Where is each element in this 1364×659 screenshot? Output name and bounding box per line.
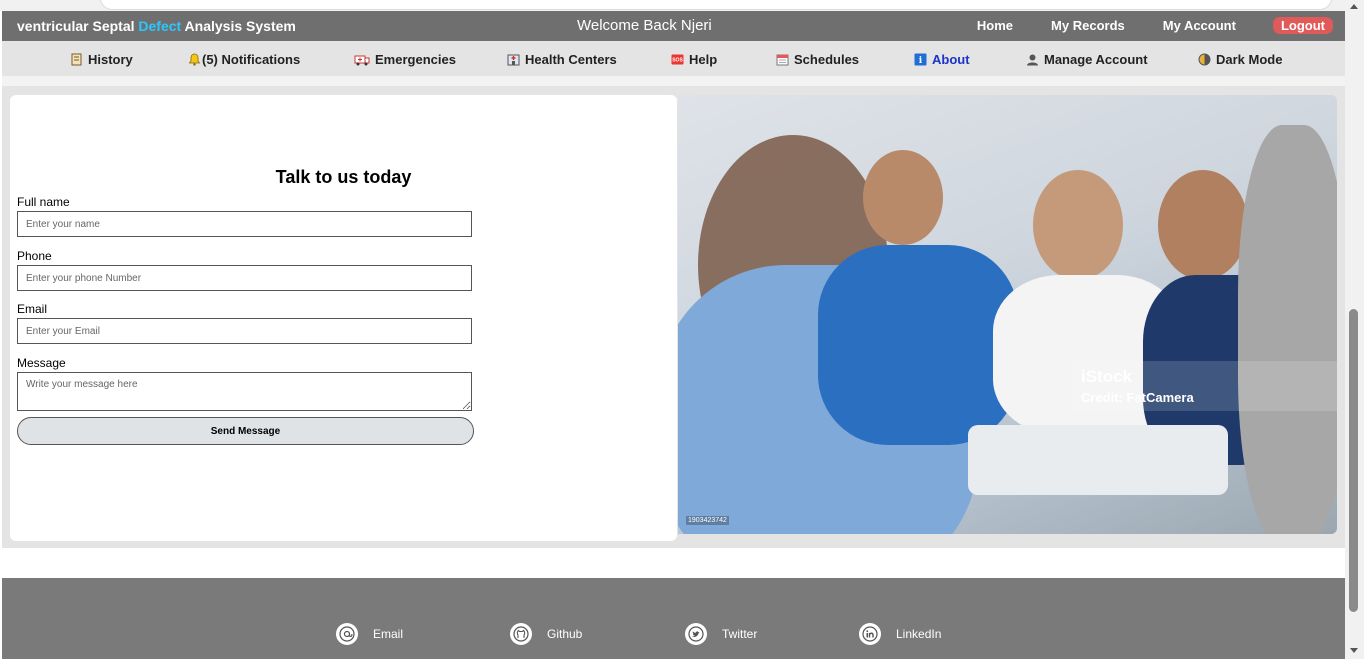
brand-text: ventricular Septal xyxy=(17,18,139,34)
subnav-item-schedules[interactable]: Schedules xyxy=(776,52,859,67)
fullname-input[interactable] xyxy=(17,211,472,237)
subnav-label: Schedules xyxy=(794,52,860,67)
footer-linkedin-link[interactable]: LinkedIn xyxy=(859,623,941,645)
nav-records-link[interactable]: My Records xyxy=(1051,17,1125,34)
footer-github-link[interactable]: Github xyxy=(510,623,582,645)
subnav-item-history[interactable]: History xyxy=(70,52,133,67)
contact-form-card: Talk to us today Full name Phone Email M… xyxy=(10,95,677,541)
info-icon: i xyxy=(914,53,927,66)
subnav-label: Emergencies xyxy=(375,52,456,67)
hospital-icon xyxy=(507,53,520,66)
subnav-label: History xyxy=(88,52,133,67)
footer-link-label: Github xyxy=(547,627,583,641)
team-photo: iStock Credit: FatCamera 1903423742 xyxy=(678,95,1337,534)
github-icon xyxy=(510,623,532,645)
sub-nav: History (5) Notifications Emergencies He… xyxy=(2,44,1345,76)
nav-home-link[interactable]: Home xyxy=(977,17,1013,34)
brand-title: ventricular Septal Defect Analysis Syste… xyxy=(17,18,296,34)
scroll-icon xyxy=(70,53,83,66)
email-icon xyxy=(336,623,358,645)
subnav-item-dark-mode[interactable]: Dark Mode xyxy=(1198,52,1282,67)
subnav-label: Manage Account xyxy=(1044,52,1148,67)
top-nav: Home My Records My Account Logout xyxy=(939,17,1333,34)
page-scrollbar[interactable] xyxy=(1345,0,1364,659)
contact-section: Talk to us today Full name Phone Email M… xyxy=(2,86,1345,548)
ambulance-icon xyxy=(354,53,370,66)
footer-email-link[interactable]: Email xyxy=(336,623,403,645)
subnav-label: Health Centers xyxy=(525,52,617,67)
svg-text:SOS: SOS xyxy=(672,58,683,64)
brand-text: Analysis System xyxy=(181,18,296,34)
form-title: Talk to us today xyxy=(275,167,412,187)
calendar-icon xyxy=(776,53,789,66)
fullname-label: Full name xyxy=(17,195,70,209)
brand-accent-text: Defect xyxy=(138,18,182,34)
bell-icon xyxy=(188,53,201,66)
footer-link-label: LinkedIn xyxy=(896,627,942,641)
message-label: Message xyxy=(17,356,66,370)
scroll-up-arrow-icon[interactable] xyxy=(1350,4,1358,9)
divider-band xyxy=(2,76,1345,86)
subnav-item-manage-account[interactable]: Manage Account xyxy=(1026,52,1148,67)
subnav-item-help[interactable]: SOS Help xyxy=(671,52,717,67)
linkedin-icon xyxy=(859,623,881,645)
welcome-message: Welcome Back Njeri xyxy=(577,17,712,34)
email-label: Email xyxy=(17,302,48,316)
app-header: ventricular Septal Defect Analysis Syste… xyxy=(2,11,1345,41)
scrollbar-thumb[interactable] xyxy=(1349,309,1358,612)
watermark-brand: iStock xyxy=(1081,367,1133,386)
spacer-band xyxy=(2,548,1345,578)
subnav-item-health-centers[interactable]: Health Centers xyxy=(507,52,617,67)
footer-twitter-link[interactable]: Twitter xyxy=(685,623,757,645)
phone-label: Phone xyxy=(17,249,52,263)
sos-icon: SOS xyxy=(671,53,684,66)
subnav-item-about[interactable]: i About xyxy=(914,52,970,67)
message-textarea[interactable] xyxy=(17,372,472,411)
footer-link-label: Email xyxy=(373,627,404,641)
photo-table-papers xyxy=(968,425,1228,495)
subnav-label: About xyxy=(932,52,970,67)
footer-link-label: Twitter xyxy=(722,627,758,641)
watermark-credit: Credit: FatCamera xyxy=(1081,390,1194,405)
nav-account-link[interactable]: My Account xyxy=(1163,17,1236,34)
scroll-down-arrow-icon[interactable] xyxy=(1350,648,1358,653)
footer: Email Github Twitter LinkedIn xyxy=(2,578,1345,659)
photo-figure xyxy=(1033,170,1123,280)
send-message-button[interactable]: Send Message xyxy=(17,417,474,445)
user-icon xyxy=(1026,53,1039,66)
logout-button[interactable]: Logout xyxy=(1272,17,1333,34)
photo-figure xyxy=(863,150,943,245)
svg-text:i: i xyxy=(919,56,923,66)
subnav-item-notifications[interactable]: (5) Notifications xyxy=(188,52,300,67)
photo-figure xyxy=(1158,170,1248,280)
phone-input[interactable] xyxy=(17,265,472,291)
browser-chrome-strip xyxy=(0,0,1364,11)
subnav-label: (5) Notifications xyxy=(202,52,301,67)
half-moon-icon xyxy=(1198,53,1211,66)
subnav-label: Help xyxy=(689,52,718,67)
subnav-label: Dark Mode xyxy=(1216,52,1283,67)
photo-figure xyxy=(818,245,1018,445)
twitter-icon xyxy=(685,623,707,645)
photo-figure xyxy=(1238,125,1337,534)
address-bar[interactable] xyxy=(100,0,1332,10)
subnav-item-emergencies[interactable]: Emergencies xyxy=(354,52,456,67)
image-id-label: 1903423742 xyxy=(686,516,729,525)
email-input[interactable] xyxy=(17,318,472,344)
